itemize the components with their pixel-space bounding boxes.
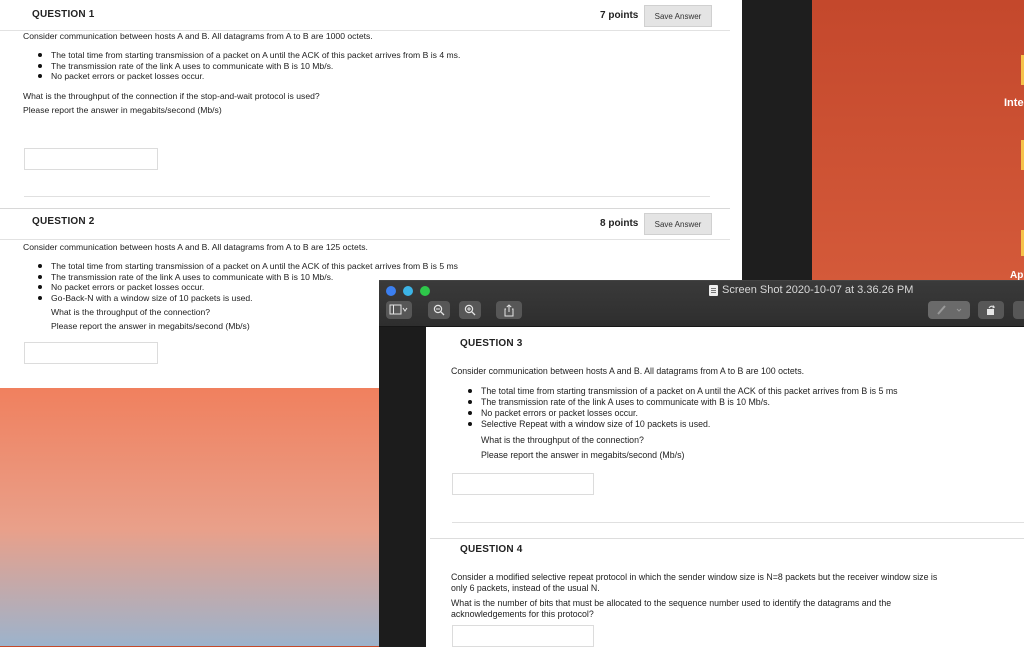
question-1-ask: What is the throughput of the connection…	[23, 91, 320, 101]
question-1-answer-input[interactable]	[24, 148, 158, 170]
question-4-title: QUESTION 4	[460, 544, 523, 555]
zoom-in-button[interactable]	[459, 301, 481, 319]
sidebar-toggle-button[interactable]	[386, 301, 412, 319]
zoom-button[interactable]	[420, 286, 430, 296]
window-title-text: Screen Shot 2020-10-07 at 3.36.26 PM	[722, 284, 914, 296]
preview-window: Screen Shot 2020-10-07 at 3.36.26 PM QUE…	[379, 280, 1024, 647]
preview-document: QUESTION 3 Consider communication betwee…	[426, 327, 1024, 647]
list-item: Selective Repeat with a window size of 1…	[463, 419, 898, 430]
zoom-out-button[interactable]	[428, 301, 450, 319]
document-icon	[709, 284, 718, 296]
divider	[452, 522, 1024, 523]
list-item: The total time from starting transmissio…	[463, 386, 898, 397]
list-item: No packet errors or packet losses occur.	[33, 71, 460, 82]
question-2-save-button[interactable]: Save Answer	[644, 213, 712, 235]
question-3-answer-input[interactable]	[452, 473, 594, 495]
minimize-button[interactable]	[403, 286, 413, 296]
list-item: The transmission rate of the link A uses…	[463, 397, 898, 408]
question-4-line-1: Consider a modified selective repeat pro…	[451, 572, 938, 582]
sidebar-toggle-icon	[389, 304, 408, 315]
share-button[interactable]	[496, 301, 522, 319]
list-item: No packet errors or packet losses occur.	[463, 408, 898, 419]
divider	[430, 538, 1024, 539]
question-2-ask: What is the throughput of the connection…	[51, 307, 211, 317]
question-1-points: 7 points	[600, 10, 639, 21]
rotate-icon	[987, 305, 996, 315]
question-1-intro: Consider communication between hosts A a…	[23, 31, 373, 41]
question-2-units: Please report the answer in megabits/sec…	[51, 321, 250, 331]
desktop-right-area	[812, 0, 1024, 285]
close-button[interactable]	[386, 286, 396, 296]
desktop-dark-strip	[742, 0, 812, 285]
question-2-title: QUESTION 2	[32, 216, 95, 227]
question-3-intro: Consider communication between hosts A a…	[451, 366, 805, 376]
zoom-out-icon	[433, 304, 445, 316]
question-3-units: Please report the answer in megabits/sec…	[481, 450, 685, 460]
preview-titlebar[interactable]: Screen Shot 2020-10-07 at 3.36.26 PM	[379, 281, 1024, 327]
question-1-title: QUESTION 1	[32, 9, 95, 20]
question-3-title: QUESTION 3	[460, 338, 523, 349]
question-2-answer-input[interactable]	[24, 342, 158, 364]
question-4-line-4: acknowledgements for this protocol?	[451, 609, 594, 619]
pen-icon	[937, 305, 962, 315]
zoom-in-icon	[464, 304, 476, 316]
rotate-button[interactable]	[978, 301, 1004, 319]
toolbar-overflow-button[interactable]	[1013, 301, 1024, 319]
window-title: Screen Shot 2020-10-07 at 3.36.26 PM	[709, 284, 913, 296]
list-item: The total time from starting transmissio…	[33, 261, 458, 272]
list-item: The transmission rate of the link A uses…	[33, 61, 460, 72]
divider	[24, 196, 710, 197]
question-3-bullets: The total time from starting transmissio…	[463, 386, 898, 430]
question-2-points: 8 points	[600, 218, 639, 229]
question-4-line-2: only 6 packets, instead of the usual N.	[451, 583, 600, 593]
desktop-label-inte[interactable]: Inte	[1004, 97, 1024, 109]
question-3-ask: What is the throughput of the connection…	[481, 435, 644, 445]
list-item: The total time from starting transmissio…	[33, 50, 460, 61]
question-4-answer-input[interactable]	[452, 625, 594, 647]
question-4-line-3: What is the number of bits that must be …	[451, 598, 892, 608]
share-icon	[504, 303, 514, 316]
question-1-save-button[interactable]: Save Answer	[644, 5, 712, 27]
question-1-units: Please report the answer in megabits/sec…	[23, 105, 222, 115]
question-2-intro: Consider communication between hosts A a…	[23, 242, 368, 252]
markup-button[interactable]	[928, 301, 970, 319]
question-1-bullets: The total time from starting transmissio…	[33, 50, 460, 82]
